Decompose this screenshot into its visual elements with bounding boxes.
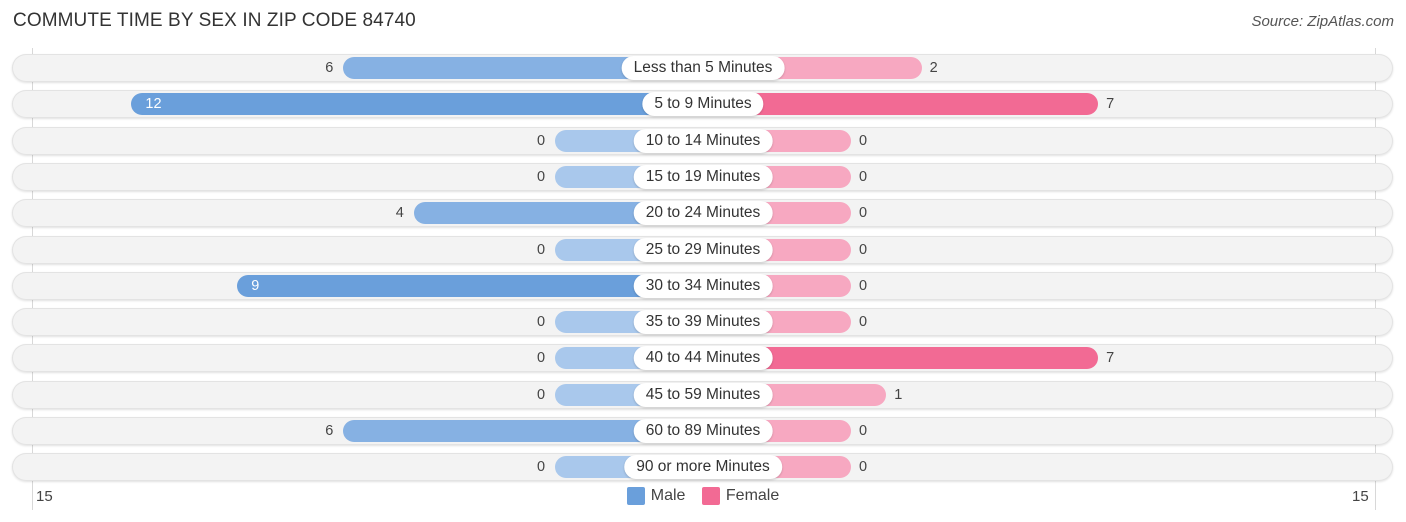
male-value-label: 6 [325,60,334,76]
male-value-label: 0 [537,350,546,367]
female-value-label: 2 [929,60,938,76]
legend-label-female: Female [725,487,780,504]
legend-label-male: Male [650,487,686,504]
female-value-label: 7 [1106,96,1115,113]
category-label: 40 to 44 Minutes [633,346,773,371]
female-value-label: 0 [859,277,868,294]
female-value-label: 0 [859,459,868,476]
male-value-label: 0 [537,459,546,476]
legend-item-female: Female [701,487,780,505]
male-value-label: 4 [395,205,404,222]
male-value-label: 9 [251,277,260,294]
female-value-label: 0 [859,423,868,439]
female-swatch [701,487,720,505]
female-value-label: 0 [859,241,868,258]
female-value-label: 1 [894,386,903,403]
category-label: 15 to 19 Minutes [633,164,773,189]
chart-title: COMMUTE TIME BY SEX IN ZIP CODE 84740 [13,10,416,31]
legend: Male Female [0,487,1406,510]
male-value-label: 0 [537,386,546,403]
female-value-label: 0 [859,168,868,185]
female-value-label: 0 [859,205,868,222]
male-value-label: 0 [537,132,546,149]
category-label: 10 to 14 Minutes [633,128,773,153]
female-value-label: 0 [859,132,868,149]
source-credit: Source: ZipAtlas.com [1251,13,1394,30]
category-label: 60 to 89 Minutes [633,419,773,443]
male-value-label: 0 [537,241,546,258]
category-label: 5 to 9 Minutes [642,92,764,117]
category-label: 25 to 29 Minutes [633,237,773,262]
male-value-label: 12 [145,96,162,113]
male-bar [131,93,703,116]
male-value-label: 6 [325,423,334,439]
male-value-label: 0 [537,168,546,185]
male-value-label: 0 [537,314,546,331]
category-label: 20 to 24 Minutes [633,201,773,226]
category-label: 35 to 39 Minutes [633,310,773,335]
female-value-label: 0 [859,314,868,331]
female-value-label: 7 [1106,350,1115,367]
category-label: Less than 5 Minutes [621,56,785,80]
category-label: 90 or more Minutes [624,455,782,480]
legend-item-male: Male [626,487,686,505]
category-label: 30 to 34 Minutes [633,273,773,298]
male-swatch [626,487,645,505]
category-label: 45 to 59 Minutes [633,382,773,407]
